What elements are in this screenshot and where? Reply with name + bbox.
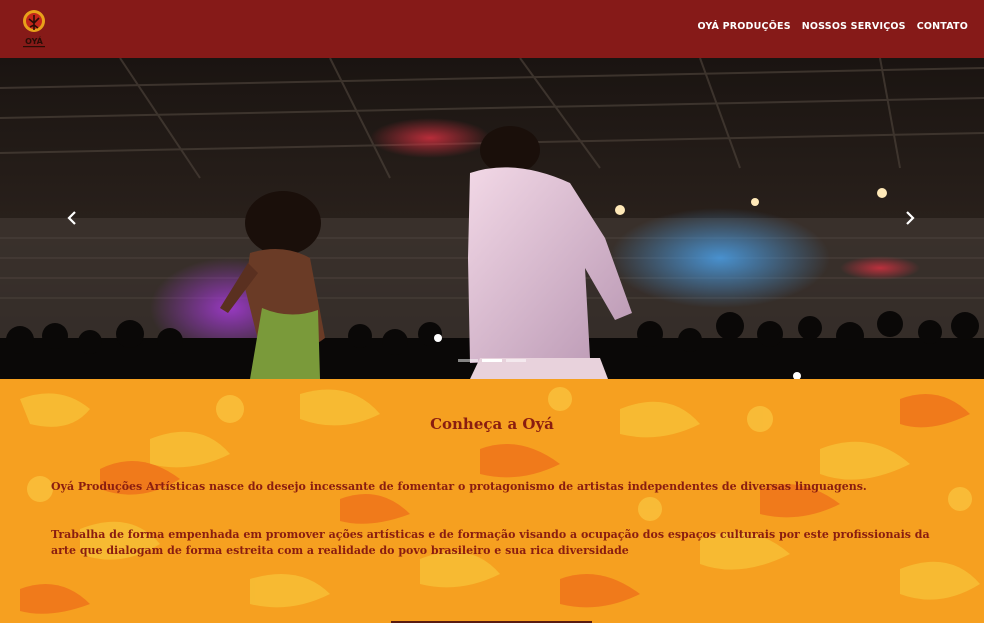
chevron-right-icon	[906, 211, 915, 225]
nav-link-contato[interactable]: CONTATO	[917, 21, 968, 32]
about-paragraph-2: Trabalha de forma empenhada em promover …	[51, 528, 930, 557]
nav-link-nossos-servicos[interactable]: NOSSOS SERVIÇOS	[802, 21, 906, 32]
oya-logo-icon[interactable]: OYÁ	[20, 6, 48, 50]
carousel-indicator-1[interactable]	[458, 359, 478, 362]
carousel-indicator-3[interactable]	[506, 359, 526, 362]
about-paragraph-1: Oyá Produções Artísticas nasce do desejo…	[51, 480, 867, 493]
main-nav: OYÁ PRODUÇÕES NOSSOS SERVIÇOS CONTATO	[697, 21, 968, 32]
nav-link-oya-producoes[interactable]: OYÁ PRODUÇÕES	[697, 21, 790, 32]
logo-text: OYÁ	[25, 35, 44, 46]
carousel-next-button[interactable]	[890, 198, 930, 238]
carousel-prev-button[interactable]	[52, 198, 92, 238]
carousel-indicators	[458, 359, 526, 362]
hero-slide-image	[0, 58, 984, 379]
chevron-left-icon	[67, 211, 76, 225]
hero-carousel	[0, 58, 984, 379]
about-title: Conheça a Oyá	[430, 415, 554, 433]
navbar: OYÁ OYÁ PRODUÇÕES NOSSOS SERVIÇOS CONTAT…	[0, 0, 984, 58]
about-section: Conheça a Oyá Oyá Produções Artísticas n…	[0, 379, 984, 623]
carousel-indicator-2[interactable]	[482, 359, 502, 362]
